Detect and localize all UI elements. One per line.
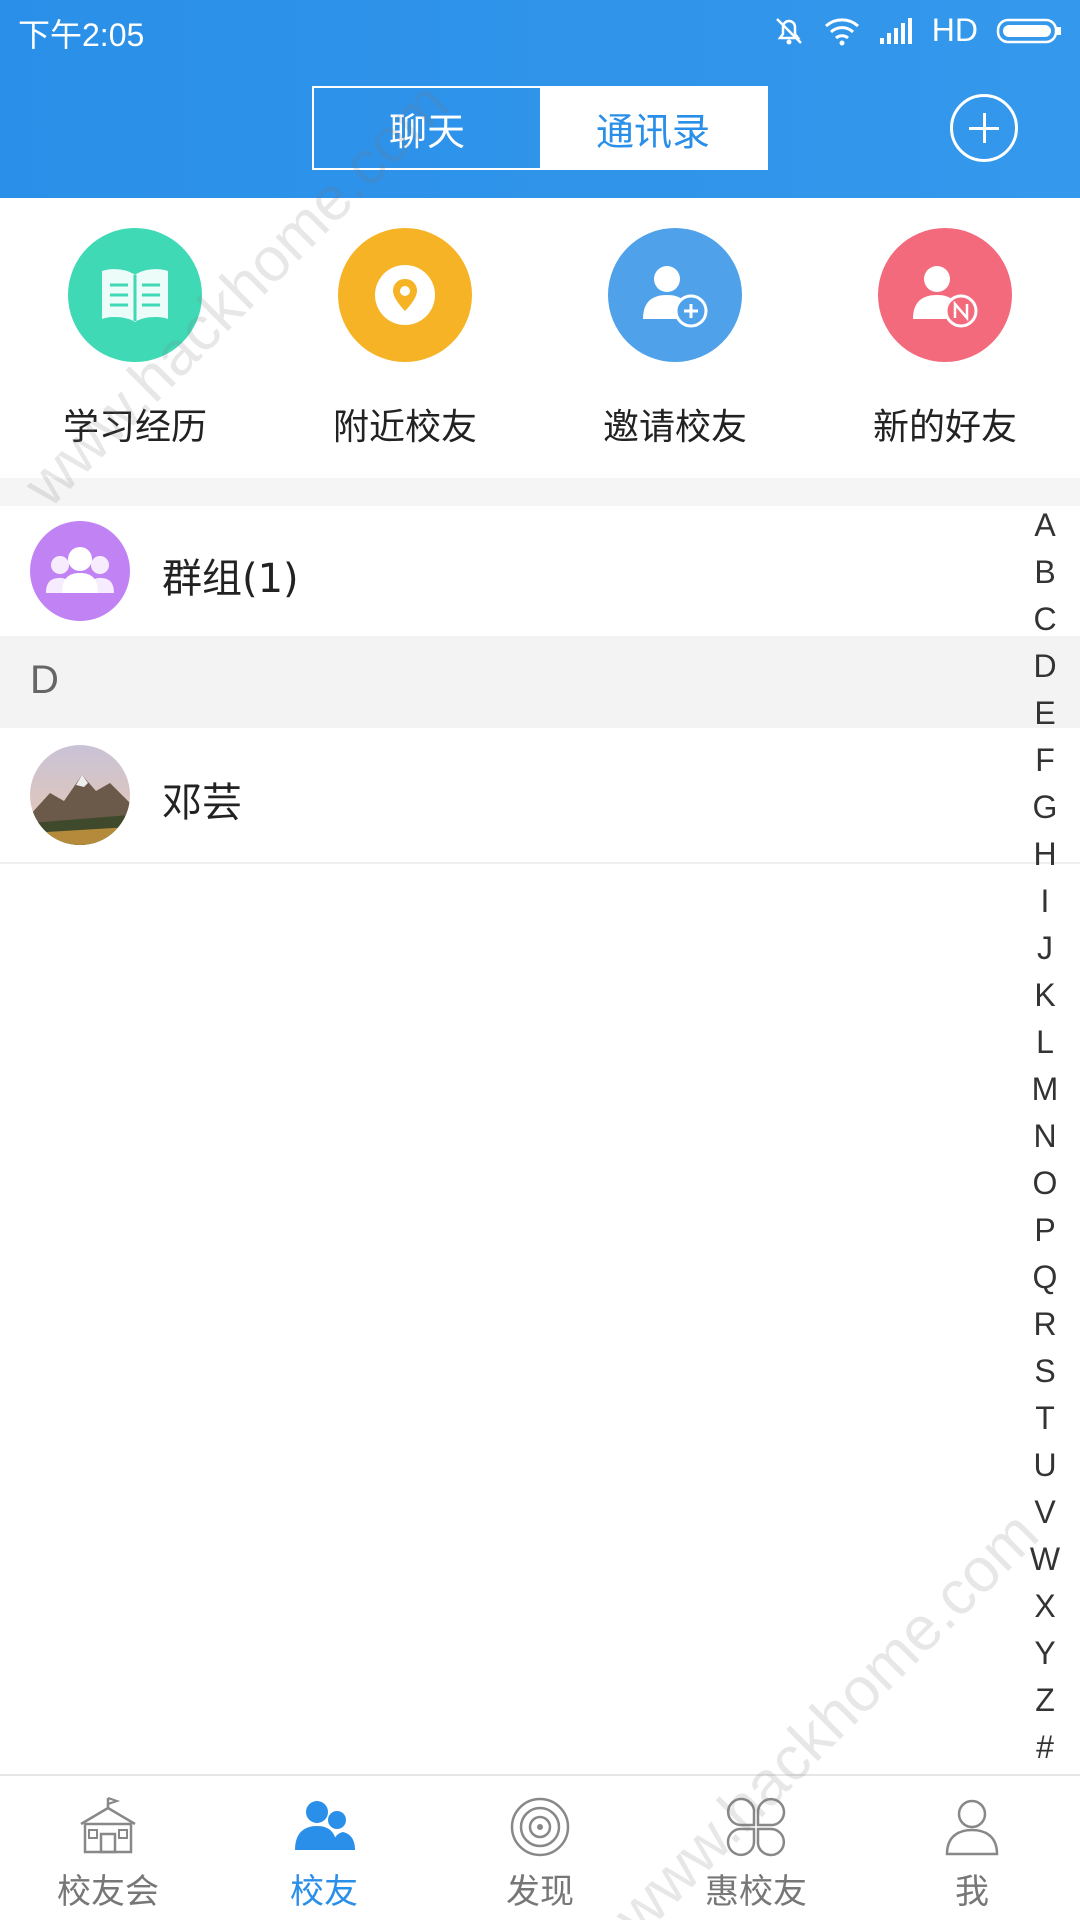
alphabet-index-letter[interactable]: B xyxy=(1034,549,1055,596)
contact-name: 邓芸 xyxy=(162,780,242,826)
alphabet-index-letter[interactable]: C xyxy=(1033,596,1056,643)
school-icon xyxy=(75,1794,141,1860)
quick-action-study-history[interactable]: 学习经历 xyxy=(35,228,235,450)
alphabet-index-letter[interactable]: Y xyxy=(1034,1630,1055,1677)
group-icon xyxy=(30,521,130,621)
profile-icon xyxy=(939,1794,1005,1860)
quick-action-invite-alumni[interactable]: 邀请校友 xyxy=(575,228,775,450)
alphabet-index-letter[interactable]: H xyxy=(1033,831,1056,878)
tab-label: 校友 xyxy=(290,1872,358,1912)
group-row[interactable]: 群组(1) xyxy=(0,506,1080,636)
alphabet-index-letter[interactable]: O xyxy=(1033,1160,1058,1207)
tab-alumni[interactable]: 校友 xyxy=(234,1794,414,1913)
quick-action-label: 附近校友 xyxy=(332,407,477,448)
quick-action-label: 学习经历 xyxy=(62,407,207,448)
list-divider xyxy=(0,862,1080,864)
alphabet-index-letter[interactable]: R xyxy=(1033,1301,1056,1348)
alphabet-index-letter[interactable]: Q xyxy=(1033,1254,1058,1301)
alphabet-index-letter[interactable]: N xyxy=(1033,1113,1056,1160)
alphabet-index-letter[interactable]: S xyxy=(1034,1348,1055,1395)
alphabet-index-letter[interactable]: G xyxy=(1033,784,1058,831)
status-time: 下午2:05 xyxy=(18,17,145,53)
plus-circle-icon[interactable] xyxy=(950,94,1018,162)
alphabet-index[interactable]: A B C D E F G H I J K L M N O P Q R S T U V W X Y Z # xyxy=(1020,502,1070,1771)
quick-action-label: 邀请校友 xyxy=(602,407,747,448)
alphabet-index-letter[interactable]: U xyxy=(1033,1442,1056,1489)
section-letter: D xyxy=(30,658,59,702)
tab-label: 发现 xyxy=(506,1872,574,1912)
location-pin-icon xyxy=(338,228,472,362)
alphabet-index-letter[interactable]: J xyxy=(1037,925,1053,972)
quick-action-label: 新的好友 xyxy=(872,407,1017,448)
alphabet-index-letter[interactable]: K xyxy=(1034,972,1055,1019)
book-icon xyxy=(68,228,202,362)
tab-discover[interactable]: 发现 xyxy=(450,1794,630,1913)
alumni-icon xyxy=(291,1794,357,1860)
alphabet-index-letter[interactable]: P xyxy=(1034,1207,1055,1254)
tab-alumni-association[interactable]: 校友会 xyxy=(18,1794,198,1913)
tab-label: 校友会 xyxy=(57,1872,159,1912)
alphabet-index-letter[interactable]: # xyxy=(1036,1724,1054,1771)
status-bar: 下午2:05 HD xyxy=(0,0,1080,64)
alphabet-index-letter[interactable]: V xyxy=(1034,1489,1055,1536)
battery-icon xyxy=(996,16,1062,46)
clover-icon xyxy=(723,1794,789,1860)
wifi-icon xyxy=(824,16,860,46)
tab-contacts[interactable]: 通讯录 xyxy=(540,88,766,168)
alphabet-index-letter[interactable]: A xyxy=(1034,502,1055,549)
quick-actions: 学习经历 附近校友 邀请校友 新的好友 xyxy=(0,198,1080,478)
contact-row[interactable]: 邓芸 xyxy=(0,728,1080,862)
quick-action-nearby-alumni[interactable]: 附近校友 xyxy=(305,228,505,450)
contact-avatar xyxy=(30,745,130,845)
status-icons: HD xyxy=(772,12,1062,49)
segmented-control: 聊天 通讯录 xyxy=(312,86,768,170)
new-friend-icon xyxy=(878,228,1012,362)
tab-label: 我 xyxy=(955,1872,989,1912)
add-user-icon xyxy=(608,228,742,362)
alphabet-index-letter[interactable]: F xyxy=(1035,737,1055,784)
group-label: 群组(1) xyxy=(162,556,299,602)
quick-action-new-friends[interactable]: 新的好友 xyxy=(845,228,1045,450)
tab-label: 惠校友 xyxy=(705,1872,807,1912)
discover-icon xyxy=(507,1794,573,1860)
mute-icon xyxy=(772,14,806,48)
app-header: 下午2:05 HD 聊天 通讯录 xyxy=(0,0,1080,198)
alphabet-index-letter[interactable]: X xyxy=(1034,1583,1055,1630)
network-type: HD xyxy=(931,12,978,48)
signal-icon xyxy=(878,16,914,46)
bottom-tab-bar: 校友会 校友 发现 惠校友 我 xyxy=(0,1774,1080,1920)
tab-chat[interactable]: 聊天 xyxy=(314,88,540,168)
alphabet-index-letter[interactable]: W xyxy=(1030,1536,1060,1583)
section-header: D xyxy=(0,636,1080,728)
alphabet-index-letter[interactable]: D xyxy=(1033,643,1056,690)
alphabet-index-letter[interactable]: T xyxy=(1035,1395,1055,1442)
alphabet-index-letter[interactable]: I xyxy=(1041,878,1050,925)
section-separator xyxy=(0,478,1080,506)
alphabet-index-letter[interactable]: Z xyxy=(1035,1677,1055,1724)
alphabet-index-letter[interactable]: E xyxy=(1034,690,1055,737)
tab-me[interactable]: 我 xyxy=(882,1794,1062,1913)
tab-benefits[interactable]: 惠校友 xyxy=(666,1794,846,1913)
alphabet-index-letter[interactable]: M xyxy=(1032,1066,1059,1113)
alphabet-index-letter[interactable]: L xyxy=(1036,1019,1054,1066)
